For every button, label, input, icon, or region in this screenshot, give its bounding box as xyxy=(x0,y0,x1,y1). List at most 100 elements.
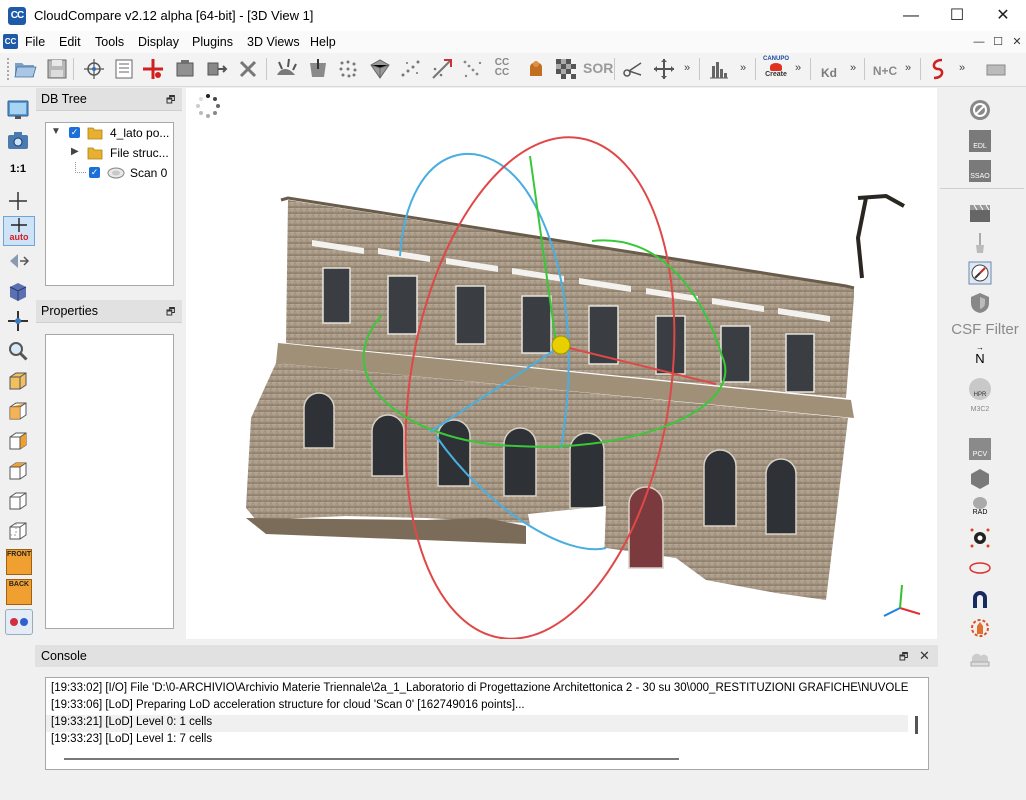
menu-file[interactable]: File xyxy=(25,35,45,49)
noise-icon[interactable] xyxy=(399,57,423,81)
north-button[interactable]: → N xyxy=(969,344,991,366)
edl-shader-button[interactable]: EDL xyxy=(969,130,991,152)
animation-clapper-icon[interactable] xyxy=(968,201,992,225)
orient-normals-icon[interactable] xyxy=(306,57,330,81)
mdi-restore-button[interactable]: ☐ xyxy=(989,34,1007,50)
maximize-button[interactable]: ☐ xyxy=(934,0,980,31)
crosshair-icon[interactable] xyxy=(6,189,30,213)
mdi-close-button[interactable]: ✕ xyxy=(1008,34,1026,50)
mdi-window-icon[interactable]: CC xyxy=(3,34,18,49)
kd-tree-button[interactable]: Kd xyxy=(816,60,842,82)
shield-icon[interactable] xyxy=(968,291,992,315)
tree-expand-arrow-icon[interactable]: ▼ xyxy=(51,126,61,137)
properties-float-icon[interactable]: 🗗 xyxy=(166,305,175,322)
menu-tools[interactable]: Tools xyxy=(95,35,124,49)
move-icon[interactable] xyxy=(652,57,676,81)
pan-icon[interactable] xyxy=(6,309,30,333)
db-tree-float-icon[interactable]: 🗗 xyxy=(166,93,175,110)
projection-cube-icon[interactable] xyxy=(6,279,30,303)
curve-icon[interactable] xyxy=(926,57,950,81)
pcv-button[interactable]: PCV xyxy=(969,438,991,460)
tree-collapse-arrow-icon[interactable]: ▶ xyxy=(71,146,79,157)
translate-rotate-icon[interactable] xyxy=(205,57,229,81)
tree-item-label[interactable]: File struc... xyxy=(110,146,169,160)
menu-3d-views[interactable]: 3D Views xyxy=(247,35,300,49)
view-back-cube-icon[interactable] xyxy=(6,519,30,543)
cloud-ruler-icon[interactable] xyxy=(968,646,992,670)
fill-icon[interactable] xyxy=(524,57,548,81)
console-close-icon[interactable]: ✕ xyxy=(919,648,930,664)
sor-filter-button[interactable]: SOR xyxy=(583,60,613,80)
toolbar-overflow-chevron[interactable]: » xyxy=(795,62,801,74)
rad-button[interactable]: RAD xyxy=(969,497,991,519)
save-icon[interactable] xyxy=(45,57,69,81)
menu-display[interactable]: Display xyxy=(138,35,179,49)
tree-checkbox[interactable]: ✓ xyxy=(89,167,100,178)
histogram-icon[interactable] xyxy=(707,57,731,81)
compass-icon[interactable] xyxy=(968,261,992,285)
hpr-button[interactable]: HPR xyxy=(969,378,991,400)
scissors-icon[interactable] xyxy=(621,57,645,81)
brush-icon[interactable] xyxy=(968,231,992,255)
n-plus-c-button[interactable]: N+C xyxy=(870,60,900,82)
menu-edit[interactable]: Edit xyxy=(59,35,81,49)
distance-icon[interactable] xyxy=(460,57,484,81)
pick-rotation-center-icon[interactable] xyxy=(82,57,106,81)
console-log[interactable]: [19:33:02] [I/O] File 'D:\0-ARCHIVIO\Arc… xyxy=(45,677,929,770)
stereo-button[interactable] xyxy=(5,609,33,635)
console-horizontal-scrollbar[interactable] xyxy=(64,758,679,760)
toolbar-grip[interactable] xyxy=(7,58,12,80)
no-shader-icon[interactable] xyxy=(968,98,992,122)
console-float-icon[interactable]: 🗗 xyxy=(899,650,908,667)
subsample-icon[interactable] xyxy=(336,57,360,81)
add-point-icon[interactable] xyxy=(141,57,165,81)
delete-icon[interactable] xyxy=(236,57,260,81)
view-front-button[interactable]: FRONT xyxy=(6,549,32,575)
gear-points-icon[interactable] xyxy=(968,526,992,550)
zoom-one-to-one-button[interactable]: 1:1 xyxy=(6,163,30,175)
segment-icon[interactable] xyxy=(173,57,197,81)
tree-item-label[interactable]: 4_lato po... xyxy=(110,126,169,140)
toolbar-overflow-chevron[interactable]: » xyxy=(905,62,911,74)
menu-plugins[interactable]: Plugins xyxy=(192,35,233,49)
hexagon-plugin-icon[interactable] xyxy=(968,467,992,491)
normals-icon[interactable] xyxy=(274,57,298,81)
mesh-icon[interactable] xyxy=(368,57,392,81)
auto-pick-center-button[interactable]: auto xyxy=(3,216,35,246)
close-button[interactable]: ✕ xyxy=(980,0,1026,31)
ellipse-icon[interactable] xyxy=(968,556,992,580)
csf-filter-button[interactable]: CSF Filter xyxy=(945,321,1025,338)
rotate-axis-icon[interactable] xyxy=(6,249,30,273)
m3c2-button[interactable]: M3C2 xyxy=(969,406,991,428)
toolbar-overflow-chevron[interactable]: » xyxy=(684,62,690,74)
view-right-cube-icon[interactable] xyxy=(6,489,30,513)
view-iso-cube-icon[interactable] xyxy=(6,369,30,393)
tree-checkbox[interactable]: ✓ xyxy=(69,127,80,138)
zoom-icon[interactable] xyxy=(6,339,30,363)
view-left-cube-icon[interactable] xyxy=(6,459,30,483)
menu-help[interactable]: Help xyxy=(310,35,336,49)
view-bottom-cube-icon[interactable] xyxy=(6,429,30,453)
arch-icon[interactable] xyxy=(968,586,992,610)
list-icon[interactable] xyxy=(112,57,136,81)
hand-gear-icon[interactable] xyxy=(968,616,992,640)
ssao-shader-button[interactable]: SSAO xyxy=(969,160,991,182)
minimize-button[interactable]: — xyxy=(888,0,934,31)
view-top-cube-icon[interactable] xyxy=(6,399,30,423)
view-back-button[interactable]: BACK xyxy=(6,579,32,605)
open-folder-icon[interactable] xyxy=(13,57,37,81)
canupo-create-button[interactable]: CANUPO Create xyxy=(760,56,792,82)
display-icon[interactable] xyxy=(6,98,30,122)
rab-plugin-icon[interactable] xyxy=(984,57,1008,81)
checkerboard-icon[interactable] xyxy=(554,57,578,81)
registration-icon[interactable] xyxy=(430,57,454,81)
toolbar-overflow-chevron[interactable]: » xyxy=(959,62,965,74)
cccc-button[interactable]: CC CC xyxy=(490,58,514,82)
toolbar-overflow-chevron[interactable]: » xyxy=(850,62,856,74)
3d-view[interactable] xyxy=(186,88,937,639)
camera-icon[interactable] xyxy=(6,128,30,152)
console-vertical-scrollbar[interactable] xyxy=(915,716,918,734)
mdi-minimize-button[interactable]: — xyxy=(970,34,988,50)
tree-item-label[interactable]: Scan 0 xyxy=(130,166,167,180)
toolbar-overflow-chevron[interactable]: » xyxy=(740,62,746,74)
